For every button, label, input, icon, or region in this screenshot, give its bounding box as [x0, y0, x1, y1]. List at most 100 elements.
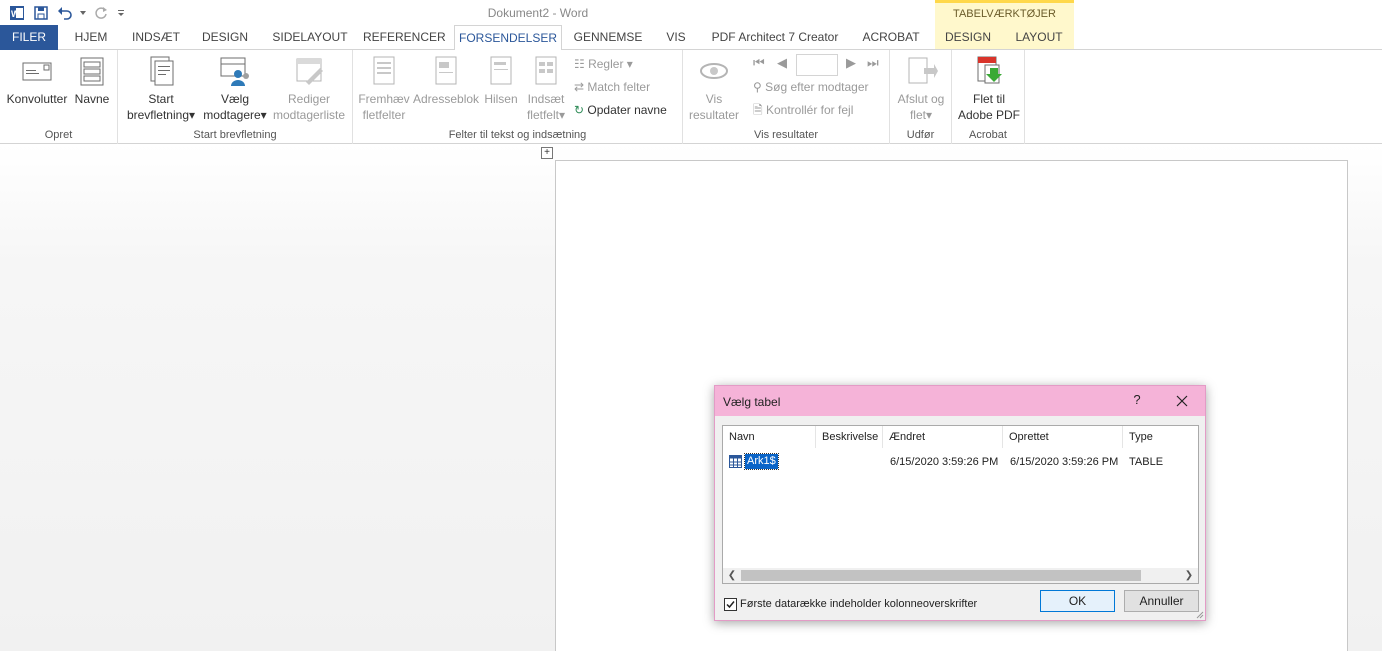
dialog-title-bar: Vælg tabel ? — [715, 386, 1205, 416]
chevron-down-icon: ▾ — [623, 57, 633, 71]
resize-grip-icon[interactable] — [1196, 611, 1204, 619]
row-created: 6/15/2020 3:59:26 PM — [1010, 456, 1119, 468]
insert-field-label-2: fletfelt — [526, 108, 559, 122]
edit-recipient-list-label-1: Rediger — [287, 92, 331, 106]
match-fields-button[interactable]: ⇄ Match felter — [574, 78, 650, 96]
highlight-label-1: Fremhæv — [358, 92, 410, 106]
edit-recipient-list-button[interactable]: Rediger modtagerliste — [270, 54, 348, 123]
insert-merge-field-button[interactable]: Indsæt fletfelt▾ — [521, 54, 571, 123]
tab-acrobat[interactable]: ACROBAT — [857, 25, 925, 50]
ribbon-mailings: Konvolutter Navne Opret Start brevfletni… — [0, 50, 1382, 144]
envelopes-button[interactable]: Konvolutter — [4, 54, 70, 107]
start-mail-merge-label-1: Start — [148, 92, 174, 106]
scrollbar-thumb[interactable] — [741, 570, 1141, 581]
first-record-icon[interactable]: ⏮ — [753, 54, 767, 72]
merge-to-adobe-pdf-button[interactable]: Flet til Adobe PDF — [955, 54, 1023, 123]
search-icon: ⚲ — [753, 80, 766, 94]
start-mail-merge-icon — [150, 56, 174, 86]
table-icon — [729, 455, 742, 468]
find-recipient-button[interactable]: ⚲ Søg efter modtager — [753, 78, 869, 96]
merge-to-pdf-label-1: Flet til — [972, 92, 1005, 106]
table-list[interactable]: Navn Beskrivelse Ændret Oprettet Type Ar… — [722, 425, 1199, 584]
finish-merge-label-1: Afslut og — [897, 92, 945, 106]
group-label-udfoer: Udfør — [906, 129, 935, 141]
group-acrobat: Flet til Adobe PDF Acrobat — [952, 50, 1025, 144]
tab-review[interactable]: GENNEMSE — [571, 25, 645, 50]
group-opret: Konvolutter Navne Opret — [0, 50, 118, 144]
next-record-icon[interactable]: ▶ — [846, 54, 858, 72]
column-header-navn[interactable]: Navn — [723, 426, 816, 448]
tab-home[interactable]: HJEM — [66, 25, 116, 50]
close-icon[interactable] — [1170, 391, 1194, 411]
column-header-beskrivelse[interactable]: Beskrivelse — [816, 426, 883, 448]
adobe-pdf-icon — [977, 56, 1002, 84]
cancel-button[interactable]: Annuller — [1124, 590, 1199, 612]
scroll-left-icon[interactable]: ❮ — [724, 569, 740, 582]
edit-list-icon — [296, 58, 323, 85]
row-name: Ark1$ — [744, 453, 779, 470]
insert-field-label-1: Indsæt — [527, 92, 565, 106]
header-row-checkbox[interactable] — [724, 598, 737, 611]
group-vis-resultater: Vis resultater ⏮ ◀ ▶ ⏭ ⚲ Søg efter modta… — [683, 50, 890, 144]
contextual-header-label: TABELVÆRKTØJER — [953, 8, 1056, 20]
tab-table-design[interactable]: DESIGN — [940, 25, 996, 50]
previous-record-icon[interactable]: ◀ — [777, 54, 789, 72]
check-errors-button[interactable]: 🗎 Kontrollér for fejl — [753, 101, 853, 119]
highlight-merge-fields-button[interactable]: Fremhæv fletfelter — [355, 54, 413, 123]
finish-merge-label-2: flet — [909, 108, 926, 122]
address-block-button[interactable]: Adresseblok — [413, 54, 479, 107]
tab-references[interactable]: REFERENCER — [363, 25, 446, 50]
group-start-brevfletning: Start brevfletning▾ Vælg modtagere▾ Redi… — [118, 50, 353, 144]
address-block-label: Adresseblok — [413, 92, 480, 106]
tab-mailings[interactable]: FORSENDELSER — [454, 25, 562, 51]
tab-file[interactable]: FILER — [0, 25, 58, 50]
chevron-down-icon: ▾ — [189, 108, 196, 122]
tab-table-layout[interactable]: LAYOUT — [1009, 25, 1069, 50]
group-label-opret: Opret — [44, 129, 73, 141]
column-header-oprettet[interactable]: Oprettet — [1003, 426, 1123, 448]
start-mail-merge-button[interactable]: Start brevfletning▾ — [122, 54, 200, 123]
tab-page-layout[interactable]: SIDELAYOUT — [268, 25, 352, 50]
update-labels-button[interactable]: ↻ Opdater navne — [574, 101, 667, 119]
column-header-type[interactable]: Type — [1123, 426, 1198, 448]
ok-button[interactable]: OK — [1040, 590, 1115, 612]
chevron-down-icon: ▾ — [260, 108, 267, 122]
tab-view[interactable]: VIS — [660, 25, 692, 50]
greeting-line-button[interactable]: Hilsen — [481, 54, 521, 107]
labels-button[interactable]: Navne — [72, 54, 112, 107]
select-recipients-button[interactable]: Vælg modtagere▾ — [200, 54, 270, 123]
preview-results-label-1: Vis — [705, 92, 723, 106]
highlight-label-2: fletfelter — [362, 108, 406, 122]
tab-pdf-architect[interactable]: PDF Architect 7 Creator — [706, 25, 844, 50]
envelope-icon — [22, 62, 52, 81]
last-record-icon[interactable]: ⏭ — [867, 54, 881, 72]
tab-insert[interactable]: INDSÆT — [128, 25, 184, 50]
table-move-handle[interactable]: + — [541, 147, 553, 159]
row-modified: 6/15/2020 3:59:26 PM — [890, 456, 999, 468]
row-type: TABLE — [1129, 456, 1164, 468]
dialog-title: Vælg tabel — [723, 395, 781, 409]
preview-results-button[interactable]: Vis resultater — [685, 54, 743, 123]
tab-design[interactable]: DESIGN — [197, 25, 253, 50]
rules-button[interactable]: ☷ Regler ▾ — [574, 55, 633, 73]
help-button[interactable]: ? — [1127, 392, 1147, 410]
highlight-fields-icon — [373, 56, 395, 85]
refresh-icon: ↻ — [574, 103, 588, 117]
check-errors-label: Kontrollér for fejl — [765, 103, 854, 117]
greeting-icon — [490, 56, 512, 85]
horizontal-scrollbar[interactable]: ❮ ❯ — [723, 568, 1198, 583]
finish-merge-button[interactable]: Afslut og flet▾ — [892, 54, 950, 123]
envelopes-label: Konvolutter — [6, 92, 68, 106]
match-fields-label: Match felter — [587, 80, 651, 94]
finish-merge-icon — [908, 57, 938, 84]
insert-field-icon — [535, 56, 557, 85]
header-row-checkbox-label[interactable]: Første datarække indeholder kolonneovers… — [740, 598, 977, 610]
labels-icon — [80, 57, 104, 86]
column-header-aendret[interactable]: Ændret — [883, 426, 1003, 448]
record-number-input[interactable] — [796, 54, 838, 76]
word-window: W Dokument2 - Word TABELVÆRKTØJER FILER … — [0, 0, 1382, 651]
find-recipient-label: Søg efter modtager — [765, 80, 869, 94]
select-table-dialog: Vælg tabel ? Navn Beskrivelse Ændret Opr… — [714, 385, 1206, 621]
scroll-right-icon[interactable]: ❯ — [1181, 569, 1197, 582]
checkmark-icon — [726, 601, 735, 609]
